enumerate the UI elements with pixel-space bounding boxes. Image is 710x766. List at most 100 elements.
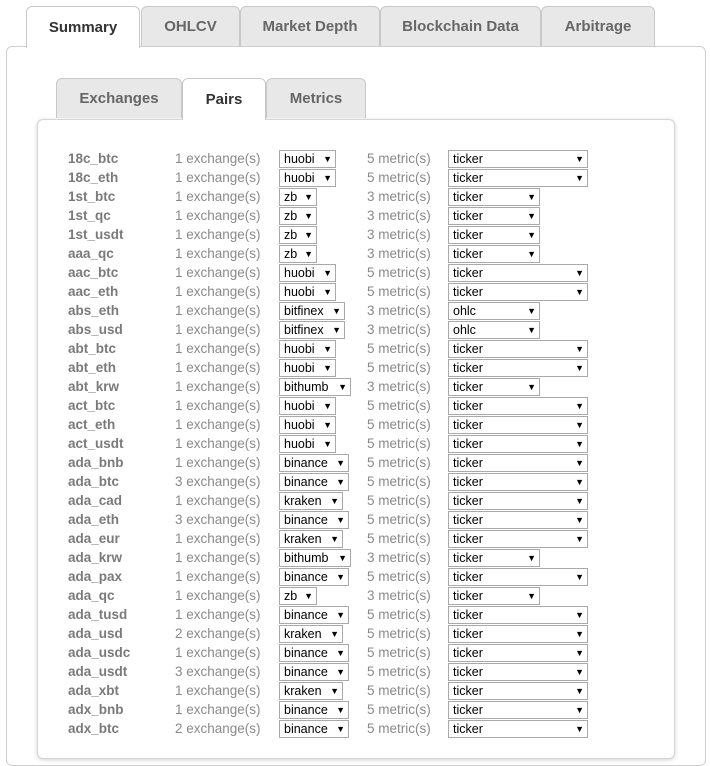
metric-select[interactable]: ticker ▼	[448, 169, 588, 187]
metric-count: 5 metric(s)	[367, 531, 431, 546]
metric-select[interactable]: ticker ▼	[448, 226, 540, 244]
metric-select[interactable]: ticker ▼	[448, 283, 588, 301]
exchange-select-value: huobi	[284, 171, 315, 185]
pair-name: abt_btc	[68, 341, 117, 356]
chevron-down-icon: ▼	[332, 306, 341, 316]
chevron-down-icon: ▼	[336, 515, 345, 525]
exchange-count: 1 exchange(s)	[175, 208, 261, 223]
metric-select[interactable]: ticker ▼	[448, 625, 588, 643]
exchange-select[interactable]: huobi ▼	[279, 397, 336, 415]
exchange-select[interactable]: huobi ▼	[279, 150, 336, 168]
exchange-select[interactable]: huobi ▼	[279, 283, 336, 301]
metric-select[interactable]: ticker ▼	[448, 644, 588, 662]
chevron-down-icon: ▼	[323, 439, 332, 449]
exchange-select[interactable]: binance ▼	[279, 473, 349, 491]
exchange-select[interactable]: kraken ▼	[279, 625, 343, 643]
metric-select[interactable]: ticker ▼	[448, 568, 588, 586]
tab-summary[interactable]: Summary	[26, 6, 140, 48]
metric-select[interactable]: ticker ▼	[448, 397, 588, 415]
metric-select[interactable]: ohlc ▼	[448, 321, 540, 339]
exchange-select[interactable]: bithumb ▼	[279, 378, 351, 396]
tab-arbitrage[interactable]: Arbitrage	[541, 6, 655, 46]
exchange-select[interactable]: binance ▼	[279, 511, 349, 529]
metric-select[interactable]: ticker ▼	[448, 264, 588, 282]
tab-metrics[interactable]: Metrics	[266, 78, 366, 118]
exchange-select[interactable]: zb ▼	[279, 587, 317, 605]
chevron-down-icon: ▼	[304, 211, 313, 221]
metric-select[interactable]: ticker ▼	[448, 549, 540, 567]
metric-select[interactable]: ticker ▼	[448, 150, 588, 168]
metric-select[interactable]: ticker ▼	[448, 492, 588, 510]
exchange-select[interactable]: huobi ▼	[279, 264, 336, 282]
exchange-select[interactable]: bitfinex ▼	[279, 321, 345, 339]
exchange-select[interactable]: binance ▼	[279, 644, 349, 662]
metric-select[interactable]: ticker ▼	[448, 245, 540, 263]
exchange-select[interactable]: huobi ▼	[279, 359, 336, 377]
exchange-select[interactable]: huobi ▼	[279, 340, 336, 358]
chevron-down-icon: ▼	[527, 553, 536, 563]
metric-select[interactable]: ticker ▼	[448, 435, 588, 453]
tab-blockchain-data[interactable]: Blockchain Data	[380, 6, 541, 46]
exchange-select[interactable]: binance ▼	[279, 568, 349, 586]
chevron-down-icon: ▼	[336, 705, 345, 715]
exchange-select[interactable]: zb ▼	[279, 245, 317, 263]
exchange-select[interactable]: zb ▼	[279, 207, 317, 225]
metric-select[interactable]: ticker ▼	[448, 511, 588, 529]
chevron-down-icon: ▼	[575, 572, 584, 582]
chevron-down-icon: ▼	[527, 192, 536, 202]
metric-count: 3 metric(s)	[367, 322, 431, 337]
exchange-select[interactable]: kraken ▼	[279, 492, 343, 510]
metric-select[interactable]: ticker ▼	[448, 606, 588, 624]
metric-count: 5 metric(s)	[367, 474, 431, 489]
tab-ohlcv[interactable]: OHLCV	[141, 6, 240, 46]
chevron-down-icon: ▼	[575, 496, 584, 506]
exchange-select[interactable]: huobi ▼	[279, 169, 336, 187]
pair-name: act_btc	[68, 398, 116, 413]
exchange-select[interactable]: bitfinex ▼	[279, 302, 345, 320]
exchange-select[interactable]: huobi ▼	[279, 435, 336, 453]
metric-select[interactable]: ohlc ▼	[448, 302, 540, 320]
exchange-select[interactable]: bithumb ▼	[279, 549, 351, 567]
metric-select[interactable]: ticker ▼	[448, 416, 588, 434]
tab-pairs[interactable]: Pairs	[182, 78, 266, 120]
exchange-select[interactable]: huobi ▼	[279, 416, 336, 434]
metric-select[interactable]: ticker ▼	[448, 701, 588, 719]
tab-exchanges[interactable]: Exchanges	[56, 78, 182, 118]
exchange-select[interactable]: binance ▼	[279, 454, 349, 472]
tab-market-depth[interactable]: Market Depth	[240, 6, 380, 46]
exchange-select[interactable]: binance ▼	[279, 701, 349, 719]
chevron-down-icon: ▼	[323, 401, 332, 411]
pair-name: 18c_btc	[68, 151, 119, 166]
metric-select[interactable]: ticker ▼	[448, 587, 540, 605]
metric-select[interactable]: ticker ▼	[448, 720, 588, 738]
metric-select-value: ohlc	[453, 323, 476, 337]
exchange-select-value: huobi	[284, 437, 315, 451]
exchange-count: 1 exchange(s)	[175, 379, 261, 394]
pair-row: ada_bnb 1 exchange(s) binance ▼ 5 metric(s) t…	[0, 454, 710, 473]
chevron-down-icon: ▼	[575, 287, 584, 297]
exchange-count: 1 exchange(s)	[175, 227, 261, 242]
metric-select[interactable]: ticker ▼	[448, 188, 540, 206]
exchange-select[interactable]: kraken ▼	[279, 530, 343, 548]
chevron-down-icon: ▼	[575, 154, 584, 164]
metric-select[interactable]: ticker ▼	[448, 682, 588, 700]
metric-select[interactable]: ticker ▼	[448, 473, 588, 491]
exchange-select[interactable]: binance ▼	[279, 663, 349, 681]
metric-select[interactable]: ticker ▼	[448, 378, 540, 396]
metric-select[interactable]: ticker ▼	[448, 340, 588, 358]
exchange-select[interactable]: binance ▼	[279, 606, 349, 624]
metric-select[interactable]: ticker ▼	[448, 530, 588, 548]
metric-select[interactable]: ticker ▼	[448, 207, 540, 225]
exchange-select[interactable]: kraken ▼	[279, 682, 343, 700]
exchange-select[interactable]: zb ▼	[279, 226, 317, 244]
exchange-select[interactable]: binance ▼	[279, 720, 349, 738]
exchange-count: 1 exchange(s)	[175, 151, 261, 166]
chevron-down-icon: ▼	[575, 667, 584, 677]
metric-select[interactable]: ticker ▼	[448, 359, 588, 377]
exchange-select[interactable]: zb ▼	[279, 188, 317, 206]
metric-select[interactable]: ticker ▼	[448, 454, 588, 472]
metric-select[interactable]: ticker ▼	[448, 663, 588, 681]
exchange-select-value: huobi	[284, 342, 315, 356]
exchange-count: 3 exchange(s)	[175, 474, 261, 489]
metric-select-value: ticker	[453, 703, 483, 717]
